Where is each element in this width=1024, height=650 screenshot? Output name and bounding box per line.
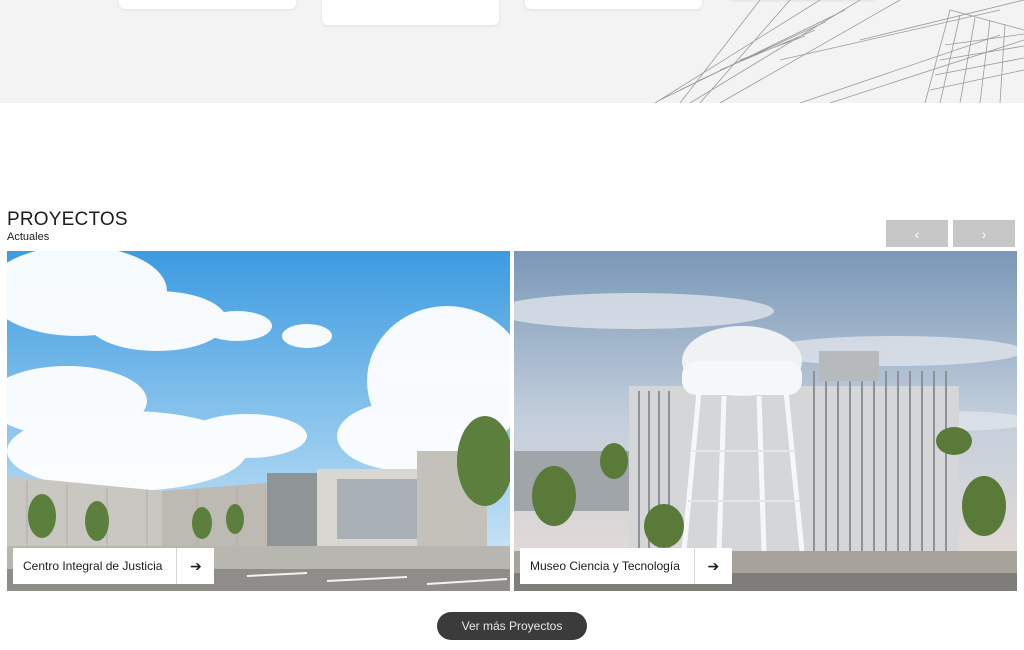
project-name[interactable]: Centro Integral de Justicia — [13, 548, 178, 584]
project-label-1[interactable]: Centro Integral de Justicia ➔ — [13, 548, 215, 584]
carousel-prev-button[interactable]: ‹ — [886, 220, 948, 247]
project-name[interactable]: Museo Ciencia y Tecnología — [520, 548, 695, 584]
see-more-projects-button[interactable]: Ver más Proyectos — [437, 612, 587, 640]
project-card-2[interactable]: Museo Ciencia y Tecnología ➔ — [514, 251, 1017, 591]
arrow-right-icon[interactable]: ➔ — [177, 548, 214, 584]
project-card-1[interactable]: Centro Integral de Justicia ➔ — [7, 251, 510, 591]
arrow-right-icon[interactable]: ➔ — [695, 548, 732, 584]
project-label-2[interactable]: Museo Ciencia y Tecnología ➔ — [520, 548, 732, 584]
building-lines-graphic — [654, 0, 1024, 103]
section-title: PROYECTOS — [7, 209, 128, 230]
section-subtitle: Actuales — [7, 231, 50, 243]
project-image-science-museum — [514, 251, 1017, 591]
project-image-justice-center — [7, 251, 510, 591]
chevron-left-icon: ‹ — [914, 225, 920, 242]
chevron-right-icon: › — [981, 225, 987, 242]
top-banner — [0, 0, 1024, 103]
carousel-next-button[interactable]: › — [953, 220, 1015, 247]
